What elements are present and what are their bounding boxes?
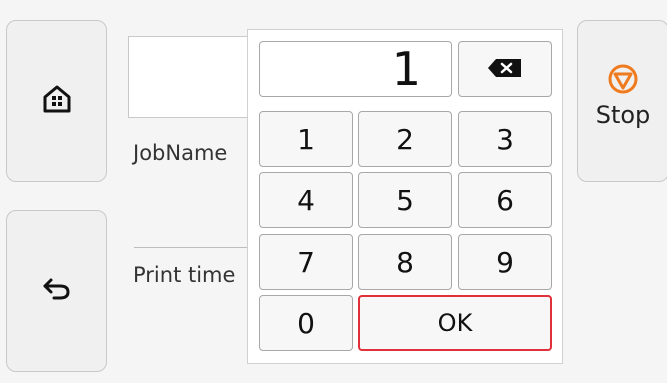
screen: JobName Print time Stop 1 1 2 3 4 5 6 7 … (0, 0, 667, 383)
key-7[interactable]: 7 (259, 234, 353, 290)
divider (134, 247, 250, 248)
numeric-keypad: 1 1 2 3 4 5 6 7 8 9 0 OK (247, 29, 563, 364)
key-3[interactable]: 3 (458, 111, 552, 167)
number-display: 1 (259, 41, 452, 97)
key-0[interactable]: 0 (259, 295, 353, 351)
back-arrow-icon (42, 276, 72, 306)
key-5[interactable]: 5 (358, 172, 452, 228)
backspace-icon (486, 53, 524, 86)
key-1[interactable]: 1 (259, 111, 353, 167)
key-9[interactable]: 9 (458, 234, 552, 290)
job-name-label: JobName (133, 141, 228, 165)
stop-icon (607, 63, 639, 99)
job-thumbnail (128, 36, 248, 118)
home-icon (42, 84, 72, 118)
key-8[interactable]: 8 (358, 234, 452, 290)
key-4[interactable]: 4 (259, 172, 353, 228)
ok-button[interactable]: OK (358, 295, 552, 351)
key-2[interactable]: 2 (358, 111, 452, 167)
back-button[interactable] (6, 210, 107, 372)
stop-label: Stop (595, 101, 651, 129)
print-time-label: Print time (133, 263, 236, 287)
stop-button[interactable]: Stop (577, 20, 667, 182)
home-button[interactable] (6, 20, 107, 182)
key-6[interactable]: 6 (458, 172, 552, 228)
backspace-button[interactable] (458, 41, 552, 97)
